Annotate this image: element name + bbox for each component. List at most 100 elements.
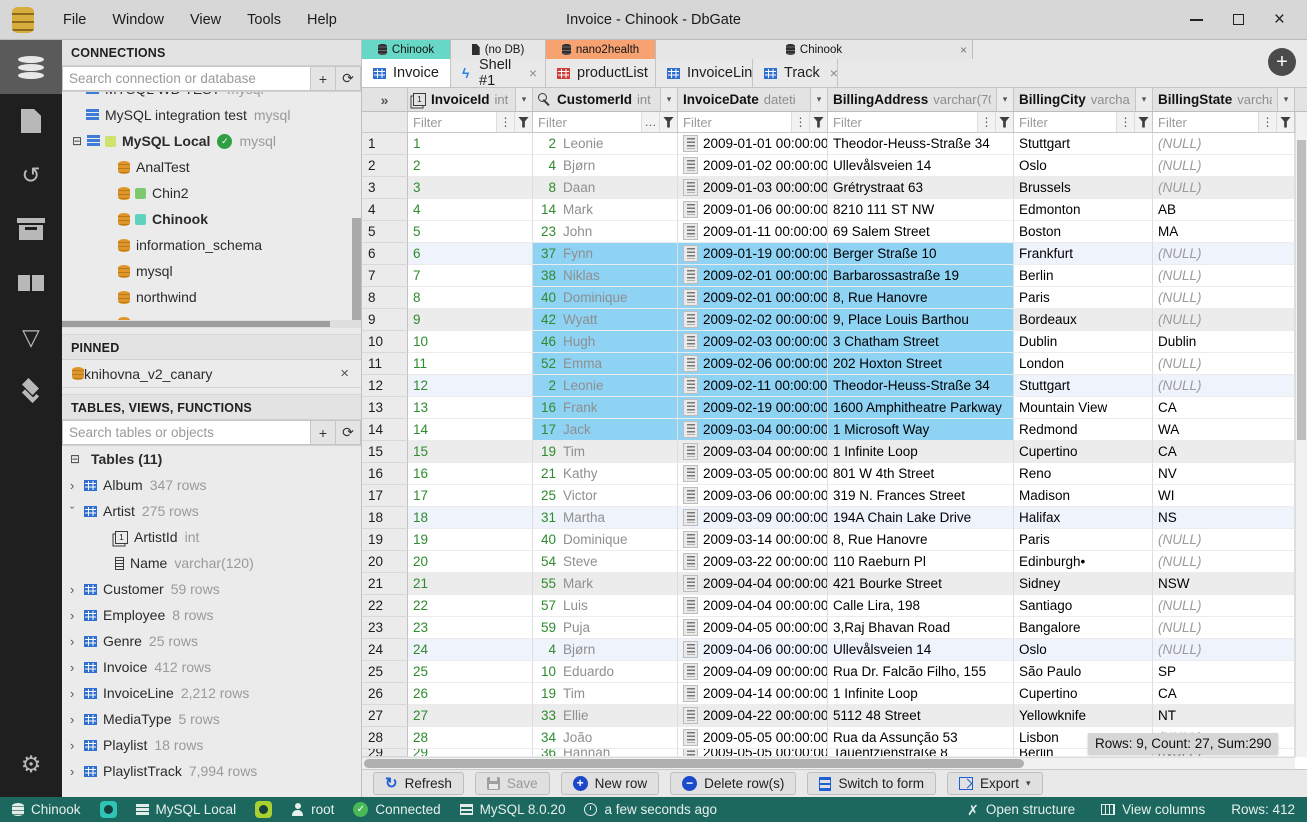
db-tab-group[interactable]: nano2health — [546, 40, 656, 59]
cell-invoicedate[interactable]: 2009-04-05 00:00:00 — [678, 617, 828, 639]
cell-invoiceid[interactable]: 9 — [408, 309, 533, 331]
tables-tree-item[interactable]: › PlaylistTrack 7,994 rows — [62, 758, 361, 784]
tables-tree-item[interactable]: ⊟ Tables (11) — [62, 446, 361, 472]
cell-billingaddress[interactable]: 3 Chatham Street — [828, 331, 1014, 353]
cell-customerid[interactable]: 57 Luis — [533, 595, 678, 617]
menu-window[interactable]: Window — [99, 0, 177, 39]
refresh-button[interactable]: ↻ Refresh — [373, 772, 464, 795]
cell-billingcity[interactable]: Yellowknife — [1014, 705, 1153, 727]
document-icon[interactable] — [683, 421, 698, 438]
filter-menu-icon[interactable]: … — [641, 112, 659, 132]
menu-file[interactable]: File — [50, 0, 99, 39]
row-number[interactable]: 6 — [362, 243, 408, 265]
cell-invoicedate[interactable]: 2009-03-05 00:00:00 — [678, 463, 828, 485]
cell-customerid[interactable]: 4 Bjørn — [533, 155, 678, 177]
cell-invoicedate[interactable]: 2009-05-05 00:00:00 — [678, 749, 828, 757]
chevron-right-icon[interactable]: › — [70, 582, 84, 597]
document-icon[interactable] — [683, 289, 698, 306]
cell-invoiceid[interactable]: 10 — [408, 331, 533, 353]
row-number-header[interactable]: » — [362, 88, 408, 111]
document-icon[interactable] — [683, 729, 698, 746]
document-icon[interactable] — [683, 355, 698, 372]
status-item-mysql-8-0-20[interactable]: MySQL 8.0.20 — [459, 802, 565, 817]
row-number[interactable]: 20 — [362, 551, 408, 573]
connection-item[interactable]: AnalTest — [62, 154, 361, 180]
filter-funnel-icon[interactable] — [995, 112, 1013, 132]
cell-billingcity[interactable]: Boston — [1014, 221, 1153, 243]
cell-billingstate[interactable]: CA — [1153, 397, 1295, 419]
filter-menu-icon[interactable]: ⋮ — [496, 112, 514, 132]
cell-customerid[interactable]: 34 João — [533, 727, 678, 749]
filter-funnel-icon[interactable] — [514, 112, 532, 132]
cell-invoicedate[interactable]: 2009-01-19 00:00:00 — [678, 243, 828, 265]
row-number[interactable]: 13 — [362, 397, 408, 419]
cell-invoiceid[interactable]: 2 — [408, 155, 533, 177]
status-item[interactable] — [99, 801, 117, 818]
cell-billingaddress[interactable]: Theodor-Heuss-Straße 34 — [828, 375, 1014, 397]
row-number[interactable]: 21 — [362, 573, 408, 595]
cell-customerid[interactable]: 40 Dominique — [533, 287, 678, 309]
cell-billingaddress[interactable]: 194A Chain Lake Drive — [828, 507, 1014, 529]
cell-invoicedate[interactable]: 2009-01-03 00:00:00 — [678, 177, 828, 199]
tables-tree-item[interactable]: › Playlist 18 rows — [62, 732, 361, 758]
cell-invoiceid[interactable]: 22 — [408, 595, 533, 617]
cell-invoiceid[interactable]: 15 — [408, 441, 533, 463]
cell-billingcity[interactable]: Reno — [1014, 463, 1153, 485]
tables-tree-item[interactable]: ˇ Artist 275 rows — [62, 498, 361, 524]
cell-billingaddress[interactable]: Rua da Assunção 53 — [828, 727, 1014, 749]
cell-invoiceid[interactable]: 11 — [408, 353, 533, 375]
cell-invoicedate[interactable]: 2009-03-22 00:00:00 — [678, 551, 828, 573]
cell-billingaddress[interactable]: 3,Raj Bhavan Road — [828, 617, 1014, 639]
cell-billingaddress[interactable]: Ullevålsveien 14 — [828, 155, 1014, 177]
cell-invoicedate[interactable]: 2009-02-02 00:00:00 — [678, 309, 828, 331]
cell-invoiceid[interactable]: 16 — [408, 463, 533, 485]
cell-customerid[interactable]: 54 Steve — [533, 551, 678, 573]
export-button[interactable]: Export ▾ — [946, 772, 1043, 795]
row-number[interactable]: 23 — [362, 617, 408, 639]
cell-billingstate[interactable]: (NULL) — [1153, 529, 1295, 551]
cell-invoicedate[interactable]: 2009-02-19 00:00:00 — [678, 397, 828, 419]
cell-customerid[interactable]: 36 Hannah — [533, 749, 678, 757]
cell-billingstate[interactable]: NT — [1153, 705, 1295, 727]
row-number[interactable]: 27 — [362, 705, 408, 727]
document-icon[interactable] — [683, 245, 698, 262]
cell-billingaddress[interactable]: 8, Rue Hanovre — [828, 529, 1014, 551]
document-icon[interactable] — [683, 597, 698, 614]
row-number[interactable]: 15 — [362, 441, 408, 463]
cell-billingcity[interactable]: Mountain View — [1014, 397, 1153, 419]
rail-item-filter-triangle[interactable]: ▽ — [0, 310, 62, 364]
cell-invoicedate[interactable]: 2009-03-04 00:00:00 — [678, 441, 828, 463]
cell-billingaddress[interactable]: 421 Bourke Street — [828, 573, 1014, 595]
cell-invoicedate[interactable]: 2009-01-02 00:00:00 — [678, 155, 828, 177]
tab-productlist[interactable]: productList× — [546, 59, 656, 87]
refresh-connections-button[interactable]: ⟳ — [336, 66, 361, 91]
cell-billingcity[interactable]: Madison — [1014, 485, 1153, 507]
document-icon[interactable] — [683, 157, 698, 174]
close-button[interactable]: × — [1274, 10, 1285, 29]
document-icon[interactable] — [683, 311, 698, 328]
cell-invoicedate[interactable]: 2009-02-11 00:00:00 — [678, 375, 828, 397]
cell-customerid[interactable]: 4 Bjørn — [533, 639, 678, 661]
connections-search-input[interactable] — [62, 66, 311, 91]
cell-billingstate[interactable]: (NULL) — [1153, 177, 1295, 199]
tables-tree-item[interactable]: › Invoice 412 rows — [62, 654, 361, 680]
cell-billingstate[interactable]: (NULL) — [1153, 287, 1295, 309]
cell-customerid[interactable]: 33 Ellie — [533, 705, 678, 727]
cell-billingcity[interactable]: Cupertino — [1014, 441, 1153, 463]
cell-billingstate[interactable]: AB — [1153, 199, 1295, 221]
cell-invoicedate[interactable]: 2009-02-01 00:00:00 — [678, 265, 828, 287]
tables-search-input[interactable] — [62, 420, 311, 445]
cell-billingcity[interactable]: Paris — [1014, 529, 1153, 551]
document-icon[interactable] — [683, 663, 698, 680]
cell-billingstate[interactable]: NSW — [1153, 573, 1295, 595]
cell-billingcity[interactable]: Bangalore — [1014, 617, 1153, 639]
cell-billingstate[interactable]: (NULL) — [1153, 265, 1295, 287]
cell-billingaddress[interactable]: 202 Hoxton Street — [828, 353, 1014, 375]
chevron-right-icon[interactable]: › — [70, 660, 84, 675]
status-item-a-few-seconds-ago[interactable]: a few seconds ago — [584, 802, 717, 817]
column-header-invoiceid[interactable]: 1 InvoiceId int ▾ — [408, 88, 533, 111]
status-item-chinook[interactable]: Chinook — [12, 802, 81, 817]
row-number[interactable]: 18 — [362, 507, 408, 529]
cell-billingstate[interactable]: SP — [1153, 661, 1295, 683]
rail-item-history[interactable]: ↺ — [0, 148, 62, 202]
